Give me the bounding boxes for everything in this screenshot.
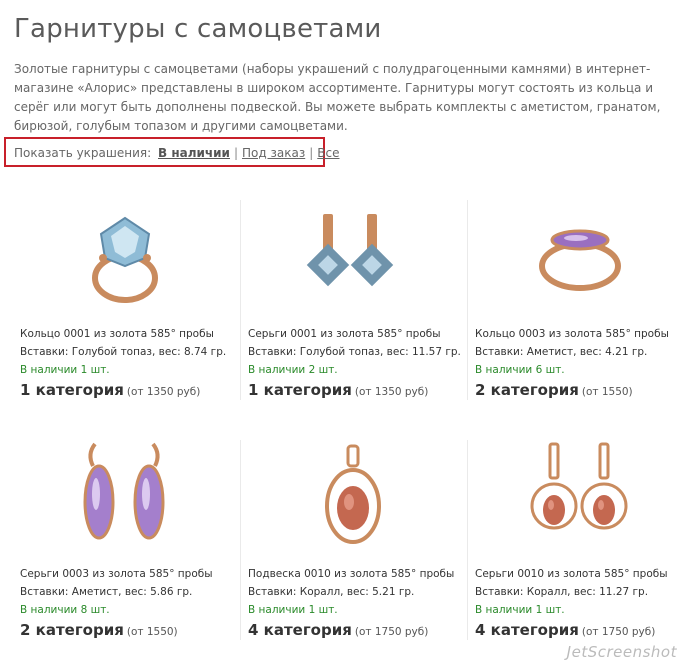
- product-category: 4 категория (от 1750 руб): [248, 620, 428, 639]
- product-stock: В наличии 6 шт.: [475, 364, 565, 376]
- product-card[interactable]: Серьги 0003 из золота 585° пробы Вставки…: [20, 440, 230, 650]
- product-title[interactable]: Подвеска 0010 из золота 585° пробы: [248, 568, 454, 580]
- stock-filter: Показать украшения: В наличии | Под заказ |…: [4, 137, 339, 167]
- product-image[interactable]: [475, 440, 683, 560]
- earrings-blue-topaz-icon: [306, 214, 394, 287]
- intro-text: Золотые гарнитуры с самоцветами (наборы …: [14, 62, 661, 133]
- filter-on-order-link[interactable]: Под заказ: [242, 146, 305, 160]
- product-inserts: Вставки: Коралл, вес: 5.21 гр.: [248, 586, 415, 598]
- product-title[interactable]: Серьги 0001 из золота 585° пробы: [248, 328, 441, 340]
- pendant-coral-icon: [325, 444, 381, 544]
- card-divider: [467, 200, 468, 400]
- product-category: 4 категория (от 1750 руб): [475, 620, 655, 639]
- watermark: JetScreenshot: [566, 643, 677, 661]
- product-category: 2 категория (от 1550): [475, 380, 633, 399]
- product-card[interactable]: Серьги 0001 из золота 585° пробы Вставки…: [240, 200, 461, 410]
- product-stock: В наличии 1 шт.: [20, 364, 110, 376]
- filter-separator: |: [233, 146, 239, 160]
- product-image[interactable]: [248, 440, 458, 560]
- category-name: 1 категория: [248, 381, 352, 399]
- earrings-coral-icon: [530, 442, 628, 530]
- card-divider: [467, 440, 468, 640]
- product-image[interactable]: [20, 200, 230, 320]
- product-category: 2 категория (от 1550): [20, 620, 178, 639]
- product-category: 1 категория (от 1350 руб): [20, 380, 200, 399]
- earrings-amethyst-icon: [83, 442, 165, 540]
- product-title[interactable]: Серьги 0010 из золота 585° пробы: [475, 568, 668, 580]
- ring-amethyst-icon: [539, 229, 621, 291]
- category-price: (от 1750 руб): [354, 626, 429, 638]
- ring-blue-topaz-icon: [92, 216, 158, 303]
- product-inserts: Вставки: Аметист, вес: 5.86 гр.: [20, 586, 193, 598]
- product-image[interactable]: [20, 440, 230, 560]
- category-price: (от 1550): [126, 626, 178, 638]
- product-card[interactable]: Подвеска 0010 из золота 585° пробы Встав…: [240, 440, 458, 650]
- product-title[interactable]: Серьги 0003 из золота 585° пробы: [20, 568, 213, 580]
- product-stock: В наличии 2 шт.: [248, 364, 338, 376]
- product-title[interactable]: Кольцо 0003 из золота 585° пробы: [475, 328, 669, 340]
- category-price: (от 1550): [581, 386, 633, 398]
- product-inserts: Вставки: Аметист, вес: 4.21 гр.: [475, 346, 648, 358]
- product-card[interactable]: Кольцо 0003 из золота 585° пробы Вставки…: [467, 200, 683, 410]
- filter-label: Показать украшения:: [14, 146, 152, 160]
- category-name: 1 категория: [20, 381, 124, 399]
- product-inserts: Вставки: Голубой топаз, вес: 8.74 гр.: [20, 346, 227, 358]
- category-name: 4 категория: [475, 621, 579, 639]
- category-price: (от 1350 руб): [354, 386, 429, 398]
- category-price: (от 1350 руб): [126, 386, 201, 398]
- card-divider: [240, 200, 241, 400]
- page-title: Гарнитуры с самоцветами: [14, 14, 382, 44]
- product-image[interactable]: [475, 200, 683, 320]
- category-name: 2 категория: [20, 621, 124, 639]
- product-card[interactable]: Серьги 0010 из золота 585° пробы Вставки…: [467, 440, 683, 650]
- product-stock: В наличии 1 шт.: [248, 604, 338, 616]
- filter-separator: |: [309, 146, 314, 160]
- category-name: 4 категория: [248, 621, 352, 639]
- product-image[interactable]: [248, 200, 458, 320]
- product-card[interactable]: Кольцо 0001 из золота 585° пробы Вставки…: [20, 200, 230, 410]
- product-inserts: Вставки: Коралл, вес: 11.27 гр.: [475, 586, 649, 598]
- filter-all-link[interactable]: Все: [317, 146, 339, 160]
- product-stock: В наличии 8 шт.: [20, 604, 110, 616]
- product-inserts: Вставки: Голубой топаз, вес: 11.57 гр.: [248, 346, 461, 358]
- product-stock: В наличии 1 шт.: [475, 604, 565, 616]
- product-title[interactable]: Кольцо 0001 из золота 585° пробы: [20, 328, 214, 340]
- filter-in-stock-link[interactable]: В наличии: [158, 146, 230, 160]
- category-name: 2 категория: [475, 381, 579, 399]
- card-divider: [240, 440, 241, 640]
- category-price: (от 1750 руб): [581, 626, 656, 638]
- product-category: 1 категория (от 1350 руб): [248, 380, 428, 399]
